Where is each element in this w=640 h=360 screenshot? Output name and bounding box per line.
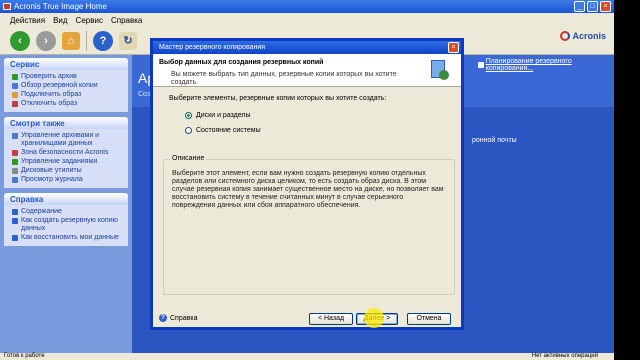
dialog-close-icon[interactable]: × [448,42,459,53]
panel-title[interactable]: Справка [4,193,128,205]
email-task-text: ронной почты [472,137,517,144]
sidebar-item-manage-tasks[interactable]: Управление заданиями [12,158,124,166]
menu-actions[interactable]: Действия [10,16,45,25]
help-link[interactable]: ? Справка [159,314,197,322]
menu-service[interactable]: Сервис [76,16,103,25]
description-text: Выберите этот элемент, если вам нужно со… [172,170,444,209]
letterbox-right [614,0,640,360]
sidebar-item-browse-backup[interactable]: Обзор резервной копии [12,82,124,90]
dialog-header-desc: Вы можете выбрать тип данных, резервные … [171,71,397,86]
radio-unselected-icon[interactable] [185,127,192,134]
help-icon: ? [159,314,167,322]
backup-wizard-dialog: Мастер резервного копирования × Выбор да… [150,38,464,330]
sidebar-item-contents[interactable]: Содержание [12,208,124,216]
status-left: Готов к работе [4,353,45,359]
sidebar-item-howto-backup[interactable]: Как создать резервную копию данных [12,217,124,233]
toolbar-separator [86,30,87,51]
update-icon[interactable]: ↻ [119,31,137,50]
calendar-icon [478,62,484,68]
dialog-title-bar: Мастер резервного копирования × [153,41,461,54]
check-icon [12,74,18,80]
sidebar-item-mount-image[interactable]: Подключить образ [12,91,124,99]
archive-icon [12,133,18,139]
menu-view[interactable]: Вид [53,16,67,25]
help-icon [12,218,18,224]
description-label: Описание [170,155,207,162]
status-bar: Готов к работе Нет активных операций [0,353,614,360]
dialog-header-title: Выбор данных для создания резервных копи… [159,59,324,66]
sidebar-item-view-log[interactable]: Просмотр журнала [12,176,124,184]
log-icon [12,177,18,183]
option-system-state[interactable]: Состояние системы [185,127,451,134]
sidebar-item-disk-utilities[interactable]: Дисковые утилиты [12,167,124,175]
sidebar-item-verify-archive[interactable]: Проверить архив [12,73,124,81]
sidebar-panel-see-also: Смотри также Управление архивами и храни… [4,117,128,188]
option-disks-partitions[interactable]: Диски и разделы [185,112,451,119]
back-arrow-icon[interactable]: ‹ [10,30,30,51]
sidebar-panel-help: Справка Содержание Как создать резервную… [4,193,128,246]
disk-icon [12,168,18,174]
tasks-icon [12,159,18,165]
main-subtitle: Соз [138,91,151,98]
help-icon [12,235,18,241]
description-group: Описание Выберите этот элемент, если вам… [163,155,455,295]
title-bar: Acronis True Image Home _ □ × [0,0,614,13]
backup-wizard-icon [429,58,451,82]
unmount-icon [12,101,18,107]
menu-bar: Действия Вид Сервис Справка [0,13,614,27]
sidebar-panel-service: Сервис Проверить архив Обзор резервной к… [4,58,128,112]
cursor-highlight [364,308,384,328]
cancel-button[interactable]: Отмена [407,313,451,325]
window-title: Acronis True Image Home [14,2,107,11]
acronis-logo: Acronis [560,31,606,41]
shield-icon [12,150,18,156]
minimize-icon[interactable]: _ [574,1,585,12]
sidebar-item-secure-zone[interactable]: Зона безопасности Acronis [12,149,124,157]
folder-icon [12,83,18,89]
mount-icon [12,92,18,98]
sidebar-item-howto-restore[interactable]: Как восстановить мои данные [12,234,124,242]
acronis-logo-text: Acronis [572,31,606,41]
sidebar: Сервис Проверить архив Обзор резервной к… [0,55,132,353]
help-icon[interactable]: ? [93,30,113,51]
menu-help[interactable]: Справка [111,16,142,25]
back-button[interactable]: < Назад [309,313,353,325]
app-icon [3,3,11,10]
dialog-title: Мастер резервного копирования [159,44,266,51]
dialog-body: Выберите элементы, резервные копии котор… [153,87,461,140]
forward-arrow-icon[interactable]: › [36,30,56,51]
acronis-logo-mark [560,31,571,41]
dialog-header: Выбор данных для создания резервных копи… [153,54,461,87]
close-icon[interactable]: × [600,1,611,12]
panel-title[interactable]: Сервис [4,58,128,70]
radio-selected-icon[interactable] [185,112,192,119]
status-right: Нет активных операций [531,353,598,359]
panel-title[interactable]: Смотри также [4,117,128,129]
selection-prompt: Выберите элементы, резервные копии котор… [169,95,387,102]
home-icon[interactable]: ⌂ [62,31,80,50]
dialog-footer: ? Справка < Назад Далее > Отмена [153,313,461,327]
maximize-icon[interactable]: □ [587,1,598,12]
sidebar-item-manage-archives[interactable]: Управление архивами и хранилищами данных [12,132,124,148]
schedule-backup-link[interactable]: Планирование резервного копирования... [478,58,614,72]
sidebar-item-unmount-image[interactable]: Отключить образ [12,100,124,108]
help-icon [12,209,18,215]
